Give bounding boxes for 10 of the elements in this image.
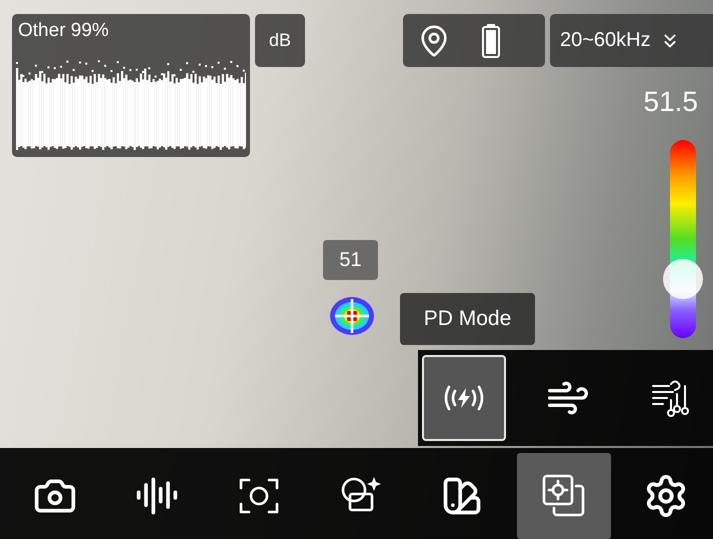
spectrum-label: Other 99% [17,20,110,42]
sound-hotspot-icon [329,295,375,337]
unit-button[interactable]: dB [255,14,305,67]
mode-label: PD Mode [400,293,535,345]
battery-icon [481,22,501,58]
toolbar-button[interactable] [517,453,612,539]
marker-reading: 51 [323,240,378,280]
max-reading: 51.5 [644,86,698,118]
mode-button[interactable] [422,355,506,441]
frequency-dropdown[interactable]: 20~60kHz [550,14,713,67]
